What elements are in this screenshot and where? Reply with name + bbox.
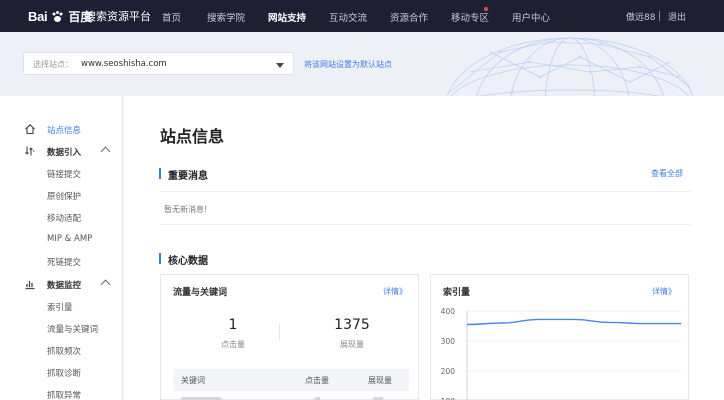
nav-interaction[interactable]: 互动交流 (329, 10, 367, 24)
y-tick-label: 400 (441, 307, 456, 316)
section-marker (159, 253, 161, 264)
sidebar-item-label: 原创保护 (47, 192, 82, 202)
caret-down-icon[interactable] (276, 63, 284, 68)
index-volume-chart: 100200300400 (441, 307, 681, 400)
column-header[interactable]: 点击量 (305, 375, 329, 386)
sidebar-item-crawl-frequency[interactable]: 抓取频次 (0, 342, 123, 360)
sidebar-item-crawl-diagnosis[interactable]: 抓取诊断 (0, 364, 123, 382)
logout-link[interactable]: 退出 (668, 10, 686, 23)
traffic-detail-link[interactable]: 详情》 (383, 286, 407, 297)
sidebar-item-mip-amp[interactable]: MIP & AMP (0, 231, 123, 249)
sidebar-item-index-volume[interactable]: 索引量 (0, 298, 123, 316)
impressions-label: 展现量 (340, 340, 364, 349)
data-import-icon (25, 146, 35, 156)
keyword-table-header: 关键词 点击量 展现量 (173, 369, 409, 391)
nav-divider (659, 11, 660, 21)
sidebar-item-label: 死链提交 (47, 258, 82, 268)
y-tick-label: 200 (441, 367, 456, 376)
sidebar-item-label: 数据引入 (47, 148, 82, 158)
sidebar-item-label: 数据监控 (47, 281, 82, 291)
index-volume-card: 索引量 详情》 100200300400 (430, 274, 689, 400)
sidebar: 站点信息 数据引入 链接提交 原创保护 移动适配 MIP & AMP 死链提交 … (0, 96, 123, 400)
divider (160, 224, 690, 225)
sidebar-item-label: 流量与关键词 (47, 325, 99, 335)
sidebar-item-dead-link-submit[interactable]: 死链提交 (0, 253, 123, 271)
nav-site-support[interactable]: 网站支持 (268, 10, 306, 24)
series-line (466, 318, 681, 326)
site-selector-bar: 选择站点： www.seoshisha.com 将该网站设置为默认站点 (0, 32, 724, 96)
nav-mobile-zone[interactable]: 移动专区 (451, 10, 489, 24)
sidebar-item-label: 抓取频次 (47, 347, 82, 357)
column-header[interactable]: 展现量 (368, 375, 392, 386)
sidebar-item-label: 链接提交 (47, 170, 82, 180)
clicks-value: 1 (228, 317, 238, 333)
sidebar-item-label: MIP & AMP (47, 234, 93, 244)
sidebar-item-label: 站点信息 (47, 126, 82, 136)
nav-resource-cooperation[interactable]: 资源合作 (390, 10, 428, 24)
globe-decoration (447, 37, 693, 96)
y-tick-label: 300 (441, 337, 456, 346)
sidebar-item-link-submit[interactable]: 链接提交 (0, 165, 123, 183)
chevron-up-icon (100, 146, 111, 157)
table-row (181, 397, 383, 400)
traffic-keywords-card: 流量与关键词 详情》 1 点击量 1375 展现量 关键词 点击量 展现量 (160, 274, 419, 400)
nav-user-center[interactable]: 用户中心 (512, 10, 550, 24)
clicks-label: 点击量 (221, 340, 245, 349)
no-news-text: 暂无新消息! (164, 205, 208, 214)
user-name[interactable]: 傲远88 (626, 10, 655, 23)
sidebar-item-traffic-keywords[interactable]: 流量与关键词 (0, 320, 123, 338)
card-title: 流量与关键词 (173, 288, 228, 298)
site-select[interactable]: 选择站点： www.seoshisha.com (23, 52, 294, 75)
sidebar-item-label: 索引量 (47, 303, 73, 313)
sidebar-item-original-protection[interactable]: 原创保护 (0, 187, 123, 205)
site-select-label: 选择站点： (33, 60, 73, 69)
sidebar-item-crawl-errors[interactable]: 抓取异常 (0, 386, 123, 400)
sidebar-item-label: 抓取诊断 (47, 369, 82, 379)
section-marker (159, 168, 161, 179)
main-content: 站点信息 重要消息 查看全部 暂无新消息! 核心数据 流量与关键词 详情》 1 … (124, 96, 724, 400)
platform-name: 搜索资源平台 (85, 10, 151, 23)
site-select-value: www.seoshisha.com (81, 59, 167, 69)
paw-icon (52, 10, 63, 22)
sidebar-group-data-monitoring[interactable]: 数据监控 (0, 276, 123, 294)
sidebar-group-data-import[interactable]: 数据引入 (0, 143, 123, 161)
core-data-section-title: 核心数据 (168, 256, 208, 267)
top-navigation: Bai 百度 搜索资源平台 首页 搜索学院 网站支持 互动交流 资源合作 移动专… (0, 0, 724, 32)
notification-dot (484, 7, 488, 11)
column-header[interactable]: 关键词 (181, 375, 205, 386)
stat-divider (279, 323, 280, 341)
impressions-value: 1375 (334, 317, 370, 333)
sidebar-item-label: 抓取异常 (47, 391, 82, 400)
set-default-site-link[interactable]: 将该网站设置为默认站点 (304, 59, 392, 70)
nav-search-academy[interactable]: 搜索学院 (207, 10, 245, 24)
chevron-up-icon (100, 279, 111, 290)
nav-home[interactable]: 首页 (162, 10, 181, 24)
sidebar-item-site-info[interactable]: 站点信息 (0, 121, 123, 139)
view-all-link[interactable]: 查看全部 (651, 168, 683, 179)
sidebar-item-mobile-adaptation[interactable]: 移动适配 (0, 209, 123, 227)
news-section-title: 重要消息 (168, 171, 208, 182)
sidebar-item-label: 移动适配 (47, 214, 82, 224)
page-title: 站点信息 (160, 127, 225, 146)
divider (160, 191, 690, 192)
home-icon (25, 124, 35, 135)
bar-chart-icon (25, 281, 35, 290)
logo-text: Bai (28, 8, 48, 24)
baidu-logo[interactable]: Bai 百度 (28, 8, 92, 24)
